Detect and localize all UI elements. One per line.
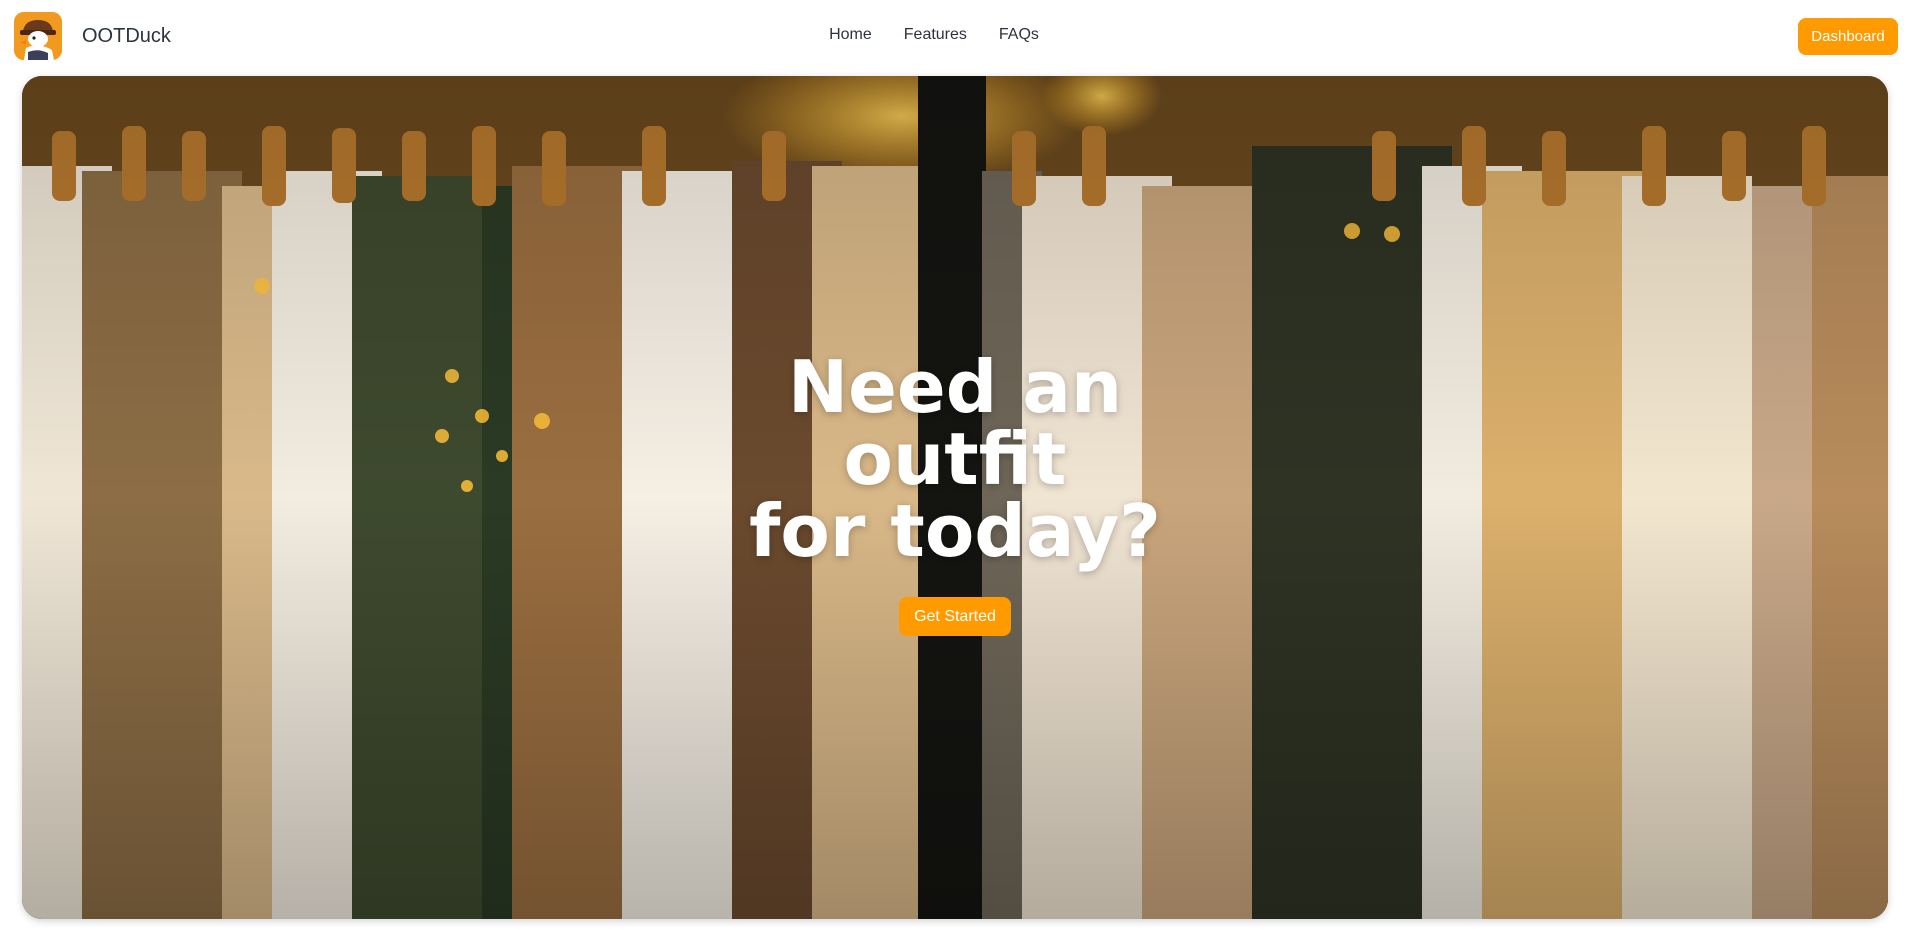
hero-title: Need an outfit for today? <box>675 351 1235 567</box>
main-nav: Home Features FAQs <box>0 26 1912 44</box>
nav-home-link[interactable]: Home <box>829 26 872 44</box>
get-started-button[interactable]: Get Started <box>899 597 1011 636</box>
hero-section: Need an outfit for today? Get Started <box>22 76 1888 919</box>
nav-faqs-link[interactable]: FAQs <box>999 26 1039 44</box>
duck-detective-icon <box>14 12 62 60</box>
hero-title-line-1: Need an outfit <box>787 345 1123 501</box>
nav-features-link[interactable]: Features <box>904 26 967 44</box>
hero-content: Need an outfit for today? Get Started <box>22 76 1888 919</box>
top-navbar: OOTDuck Home Features FAQs Dashboard <box>0 0 1912 75</box>
brand-name: OOTDuck <box>82 24 171 47</box>
dashboard-button[interactable]: Dashboard <box>1798 18 1898 55</box>
hero-title-line-2: for today? <box>749 489 1161 573</box>
brand-link[interactable]: OOTDuck <box>14 12 171 60</box>
